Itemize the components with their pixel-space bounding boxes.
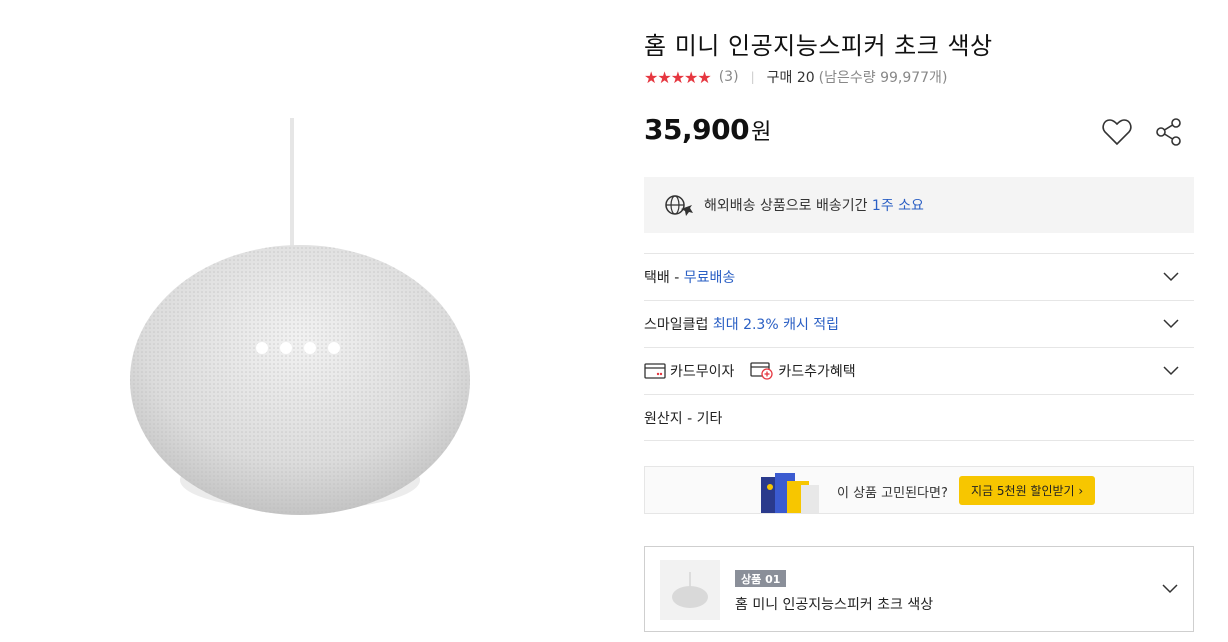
card-benefit-icon [750,362,774,380]
purchase-count: 구매 20 [766,70,815,86]
option-thumbnail [660,560,720,620]
price-unit: 원 [751,120,772,145]
option-name: 홈 미니 인공지능스피커 초크 색상 [735,597,934,613]
price-row: 35,900원 [644,113,1194,153]
smile-club-row[interactable]: 스마일클럽 최대 2.3% 캐시 적립 [644,300,1194,347]
product-title: 홈 미니 인공지능스피커 초크 색상 [644,32,993,60]
rating-separator: | [750,70,755,84]
chevron-down-icon[interactable] [1162,268,1180,286]
delivery-row[interactable]: 택배 - 무료배송 [644,253,1194,300]
card-stack-icon [761,473,819,513]
promo-text: 이 상품 고민된다면? [837,486,948,501]
wishlist-heart-icon[interactable] [1100,115,1134,149]
delivery-value: 무료배송 [683,270,736,286]
origin-text: 원산지 - 기타 [644,410,723,427]
credit-card-icon [644,363,666,379]
chevron-down-icon[interactable] [1162,362,1180,380]
price: 35,900 [644,113,750,146]
card-benefit-row[interactable]: 카드무이자 카드추가혜택 [644,347,1194,394]
selected-option: 상품 01 홈 미니 인공지능스피커 초크 색상 [644,546,1194,632]
origin-row: 원산지 - 기타 [644,394,1194,441]
shipping-period: 1주 소요 [871,198,924,214]
overseas-shipping-notice: 해외배송 상품으로 배송기간 1주 소요 [644,177,1194,233]
get-discount-button[interactable]: 지금 5천원 할인받기 › [959,476,1096,505]
review-count-link[interactable]: (3) [719,69,739,85]
rating-row: ★★★★★ (3) | 구매 20 (남은수량 99,977개) [644,67,947,87]
delivery-label: 택배 - [644,270,680,286]
product-image [100,110,500,530]
rating-stars: ★★★★★ [644,67,712,87]
discount-promo-banner[interactable]: 이 상품 고민된다면? 지금 5천원 할인받기 › [644,466,1194,514]
card-installment-item[interactable]: 카드무이자 [644,361,734,381]
chevron-down-icon[interactable] [1161,580,1179,598]
smile-club-label: 스마일클럽 [644,317,709,333]
card-benefit-label: 카드추가혜택 [778,364,856,380]
shipping-text: 해외배송 상품으로 배송기간 [704,198,868,214]
card-extra-benefit-item[interactable]: 카드추가혜택 [750,361,856,381]
card-installment-label: 카드무이자 [670,364,735,380]
smile-club-value: 최대 2.3% 캐시 적립 [712,317,840,333]
chevron-down-icon[interactable] [1162,315,1180,333]
stock-remaining: (남은수량 99,977개) [818,70,948,86]
share-icon[interactable] [1152,115,1186,149]
globe-plane-icon [664,193,694,217]
option-badge: 상품 01 [735,570,787,587]
